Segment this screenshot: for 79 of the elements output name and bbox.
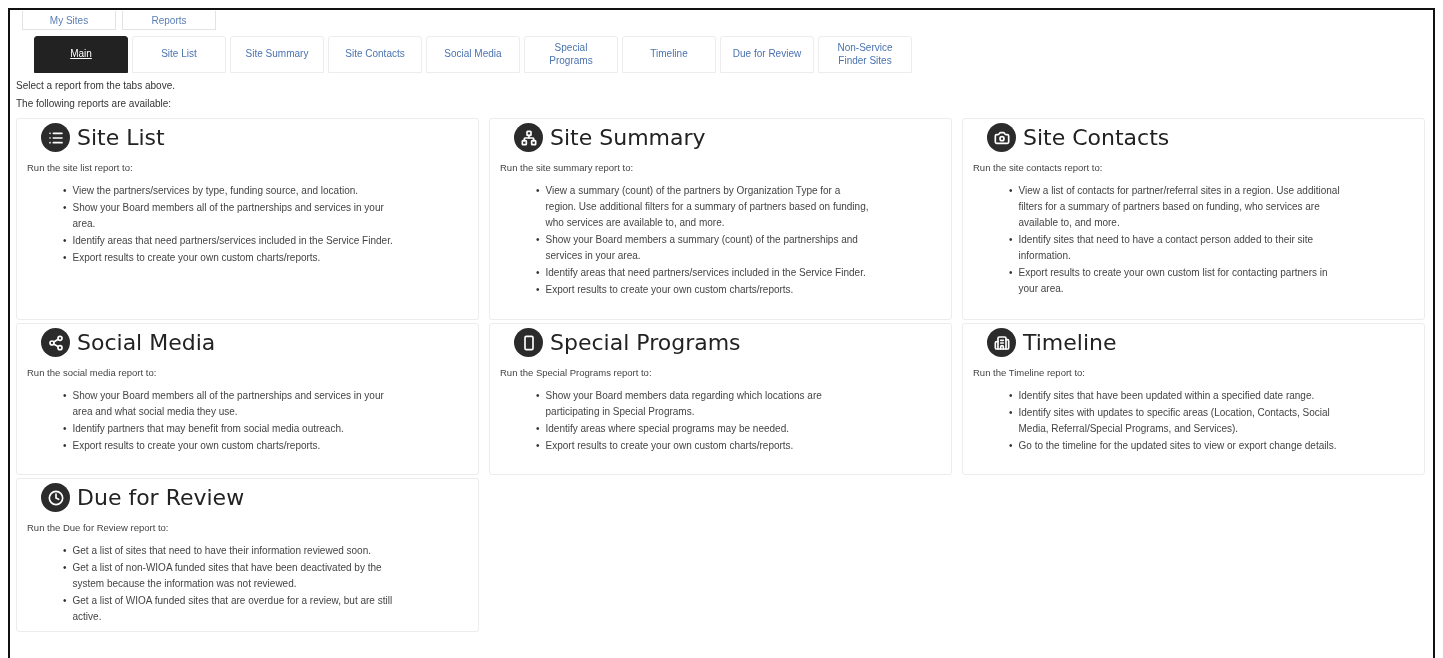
bullet-marker: • (1009, 233, 1013, 247)
bullet-marker: • (1009, 406, 1013, 420)
bullet-marker: • (63, 234, 67, 248)
report-bullet: Get a list of sites that need to have their information reviewed soon. (72, 544, 371, 558)
report-title: Social Media (77, 330, 216, 355)
bullet-marker: • (1009, 439, 1013, 453)
bullet-marker: • (1009, 266, 1013, 280)
report-lead: Run the site contacts report to: (973, 162, 1104, 173)
report-lead: Run the site summary report to: (500, 162, 635, 173)
share-icon (41, 328, 70, 357)
report-bullet: Export results to create your own custom charts/reports. (545, 283, 794, 297)
report-bullet: Identify partners that may benefit from social media outreach. (72, 422, 344, 436)
bullet-marker: • (536, 233, 540, 247)
bullet-marker: • (63, 201, 67, 215)
bullet-marker: • (63, 389, 67, 403)
report-tab[interactable]: Site Summary (230, 36, 324, 73)
intro-text: The following reports are available: (16, 98, 173, 109)
bullet-marker: • (536, 439, 540, 453)
report-lead: Run the Timeline report to: (973, 367, 1086, 378)
report-lead: Run the social media report to: (27, 367, 158, 378)
report-tab[interactable]: Non-Service Finder Sites (818, 36, 912, 73)
report-tab[interactable]: Timeline (622, 36, 716, 73)
bullet-marker: • (63, 184, 67, 198)
top-tab[interactable]: Reports (122, 11, 216, 30)
bullet-marker: • (63, 594, 67, 608)
report-title: Due for Review (77, 485, 245, 510)
bullet-marker: • (1009, 184, 1013, 198)
bullet-marker: • (536, 283, 540, 297)
camera-icon (987, 123, 1016, 152)
report-title: Timeline (1023, 330, 1117, 355)
bullet-marker: • (536, 389, 540, 403)
report-bullet: Export results to create your own custom charts/reports. (545, 439, 794, 453)
report-bullet: Show your Board members all of the partnerships and services in your area and what social media they use. (72, 389, 385, 419)
bullet-marker: • (63, 422, 67, 436)
bullet-marker: • (536, 266, 540, 280)
report-bullet: Export results to create your own custom charts/reports. (72, 439, 321, 453)
report-tab[interactable]: Main (34, 36, 128, 73)
report-bullet: Get a list of non-WIOA funded sites that have been deactivated by the system because the information was not reviewed. (72, 561, 383, 591)
report-bullet: Identify areas that need partners/services included in the Service Finder. (72, 234, 393, 248)
bullet-marker: • (63, 439, 67, 453)
report-lead: Run the site list report to: (27, 162, 134, 173)
report-bullet: View a list of contacts for partner/referral sites in a region. Use additional filters for a summary of partners based on funding, who services are available to, and more. (1018, 184, 1341, 230)
report-title: Site Summary (550, 125, 706, 150)
report-title: Site Contacts (1023, 125, 1170, 150)
report-bullet: Show your Board members data regarding which locations are participating in Special Programs. (545, 389, 823, 419)
report-tab[interactable]: Site List (132, 36, 226, 73)
report-bullet: Identify areas where special programs may be needed. (545, 422, 789, 436)
report-bullet: View a summary (count) of the partners by Organization Type for a region. Use additional filters for a summary of partners based on funding, who services are available to, and more. (545, 184, 870, 230)
report-title: Site List (77, 125, 165, 150)
report-lead: Run the Due for Review report to: (27, 522, 170, 533)
report-bullet: Identify sites that need to have a contact person added to their site information. (1018, 233, 1315, 263)
bullet-marker: • (63, 561, 67, 575)
report-title: Special Programs (550, 330, 741, 355)
report-tab[interactable]: Social Media (426, 36, 520, 73)
bullet-marker: • (536, 184, 540, 198)
bullet-marker: • (63, 251, 67, 265)
report-bullet: Identify sites with updates to specific areas (Location, Contacts, Social Media, Referral/Special Programs, and Services). (1018, 406, 1331, 436)
bullet-marker: • (1009, 389, 1013, 403)
report-tab[interactable]: Due for Review (720, 36, 814, 73)
report-bullet: Get a list of WIOA funded sites that are overdue for a review, but are still active. (72, 594, 394, 624)
top-tab[interactable]: My Sites (22, 11, 116, 30)
report-bullet: Show your Board members all of the partnerships and services in your area. (72, 201, 385, 231)
intro-text: Select a report from the tabs above. (16, 80, 176, 91)
report-bullet: Identify sites that have been updated within a specified date range. (1018, 389, 1315, 403)
report-bullet: Export results to create your own custom charts/reports. (72, 251, 321, 265)
report-tab[interactable]: Special Programs (524, 36, 618, 73)
bullet-marker: • (536, 422, 540, 436)
report-tab[interactable]: Site Contacts (328, 36, 422, 73)
list-icon (41, 123, 70, 152)
report-bullet: Go to the timeline for the updated sites to view or export change details. (1018, 439, 1337, 453)
report-lead: Run the Special Programs report to: (500, 367, 653, 378)
report-bullet: View the partners/services by type, funding source, and location. (72, 184, 359, 198)
report-bullet: Export results to create your own custom list for contacting partners in your area. (1018, 266, 1329, 296)
report-bullet: Identify areas that need partners/services included in the Service Finder. (545, 266, 866, 280)
bullet-marker: • (63, 544, 67, 558)
report-bullet: Show your Board members a summary (count) of the partnerships and services in your area. (545, 233, 859, 263)
building-icon (987, 328, 1016, 357)
clock-icon (41, 483, 70, 512)
sitemap-icon (514, 123, 543, 152)
